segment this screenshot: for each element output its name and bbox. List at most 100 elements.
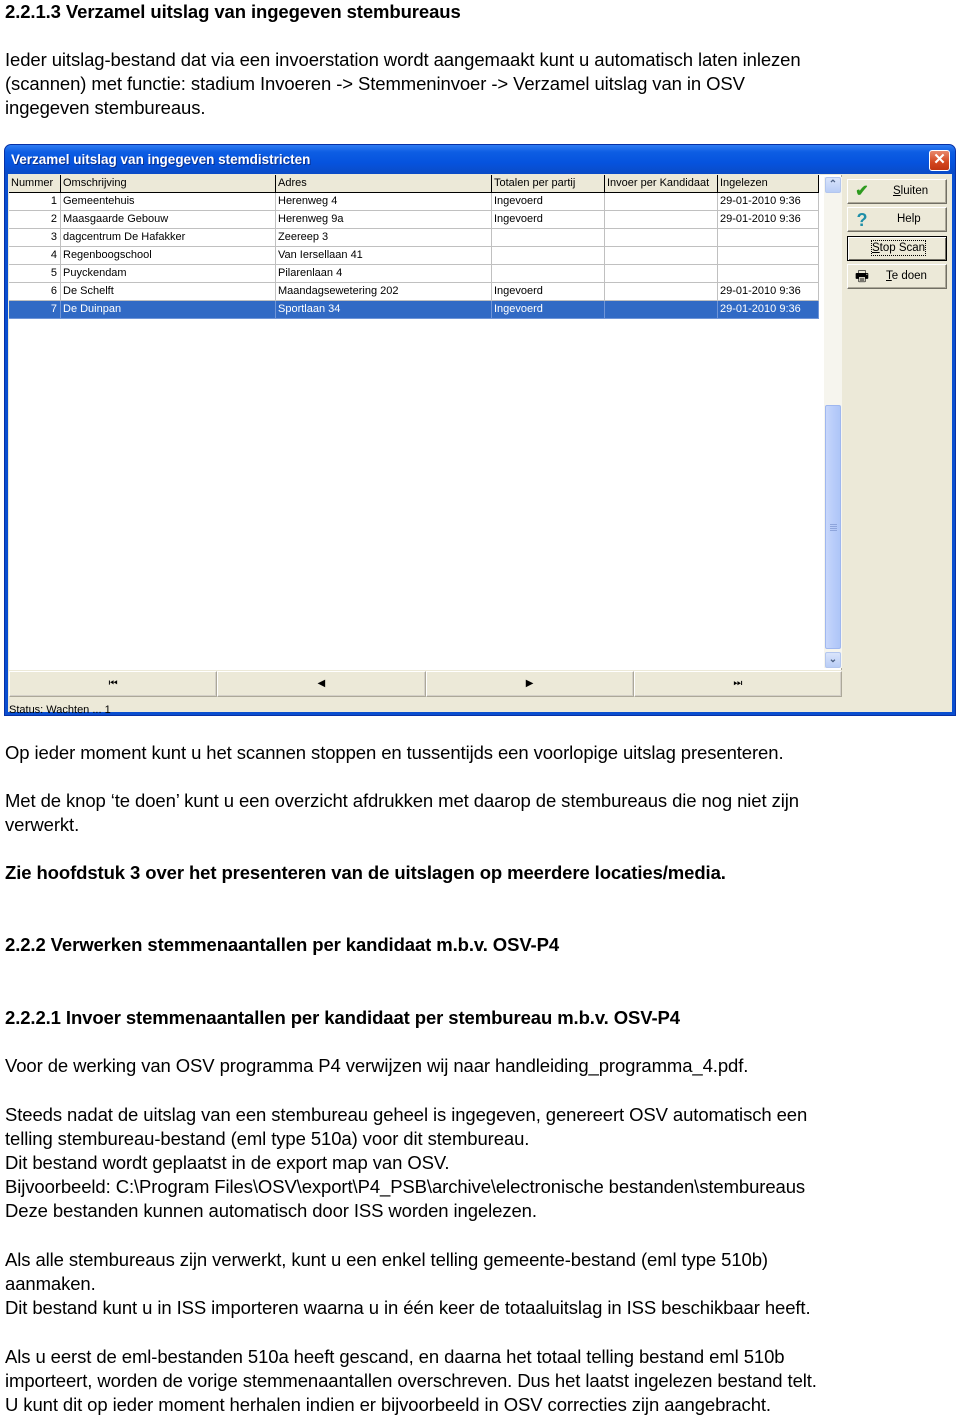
cell-nummer[interactable]: 7 [9,301,61,319]
cell-adres[interactable]: Zeereep 3 [276,229,492,247]
stop-scan-label: Stop Scan [870,240,927,256]
cell-omschrijving[interactable]: Maasgaarde Gebouw [61,211,276,229]
table-row[interactable]: 1 Gemeentehuis Herenweg 4 Ingevoerd 29-01-20… [9,193,819,211]
paragraph-510a-line-5: Deze bestanden kunnen automatisch door I… [5,1200,537,1221]
grid-header: Nummer Omschrijving Adres Totalen per pa… [9,175,819,193]
status-text: Status: Wachten ... 1 [9,704,111,716]
paragraph-chapter-3: Zie hoofdstuk 3 over het presenteren van… [5,862,726,883]
cell-totalen[interactable]: Ingevoerd [492,193,605,211]
cell-adres[interactable]: Sportlaan 34 [276,301,492,319]
cell-ingelezen[interactable] [718,247,819,265]
cell-omschrijving[interactable]: Regenboogschool [61,247,276,265]
cell-ingelezen[interactable]: 29-01-2010 9:36 [718,283,819,301]
cell-totalen[interactable]: Ingevoerd [492,283,605,301]
cell-nummer[interactable]: 2 [9,211,61,229]
cell-ingelezen[interactable] [718,265,819,283]
cell-totalen[interactable]: Ingevoerd [492,301,605,319]
cell-adres[interactable]: Herenweg 4 [276,193,492,211]
question-icon: ? [856,210,868,230]
table-row[interactable]: 7 De Duinpan Sportlaan 34 Ingevoerd 29-01-20… [9,301,819,319]
table-row[interactable]: 6 De Schelft Maandagsewetering 202 Ingevoer… [9,283,819,301]
cell-totalen[interactable] [492,265,605,283]
column-header-invoer-kandidaat[interactable]: Invoer per Kandidaat [605,175,718,193]
cell-nummer[interactable]: 4 [9,247,61,265]
nav-prev-button[interactable]: ◀ [217,671,426,697]
paragraph-510a-line-1: Steeds nadat de uitslag van een stembure… [5,1104,808,1125]
nav-next-button[interactable]: ▶ [425,671,634,697]
cell-omschrijving[interactable]: Puyckendam [61,265,276,283]
help-label: Help [897,213,921,225]
paragraph-te-doen-line-2: verwerkt. [5,814,80,835]
cell-totalen[interactable] [492,247,605,265]
sluiten-button[interactable]: ✔ Sluiten [847,179,947,204]
heading-2-2-1-3: 2.2.1.3 Verzamel uitslag van ingegeven s… [5,1,461,22]
te-doen-button[interactable]: 🖶 Te doen [847,264,947,289]
checkmark-icon: ✔ [855,183,869,200]
cell-totalen[interactable] [492,229,605,247]
cell-ingelezen[interactable]: 29-01-2010 9:36 [718,211,819,229]
column-header-omschrijving[interactable]: Omschrijving [61,175,276,193]
cell-invoer-kandidaat[interactable] [605,211,718,229]
cell-ingelezen[interactable] [718,229,819,247]
paragraph-510b-line-3: Dit bestand kunt u in ISS importeren waa… [5,1297,811,1318]
cell-invoer-kandidaat[interactable] [605,247,718,265]
cell-nummer[interactable]: 6 [9,283,61,301]
stemdistricten-grid: Nummer Omschrijving Adres Totalen per pa… [9,175,842,670]
table-row[interactable]: 4 Regenboogschool Van Iersellaan 41 [9,247,819,265]
paragraph-510a-line-3: Dit bestand wordt geplaatst in de export… [5,1152,450,1173]
heading-2-2-2: 2.2.2 Verwerken stemmenaantallen per kan… [5,934,560,955]
grid-rows: 1 Gemeentehuis Herenweg 4 Ingevoerd 29-01-20… [9,193,819,319]
table-row[interactable]: 2 Maasgaarde Gebouw Herenweg 9a Ingevoerd 29… [9,211,819,229]
cell-invoer-kandidaat[interactable] [605,265,718,283]
cell-ingelezen[interactable]: 29-01-2010 9:36 [718,193,819,211]
paragraph-overwrite-line-2: importeert, worden de vorige stemmenaant… [5,1370,817,1391]
column-header-totalen[interactable]: Totalen per partij [492,175,605,193]
cell-totalen[interactable]: Ingevoerd [492,211,605,229]
cell-invoer-kandidaat[interactable] [605,229,718,247]
intro-line-3: ingegeven stembureaus. [5,97,206,118]
paragraph-510b-line-2: aanmaken. [5,1273,96,1294]
cell-adres[interactable]: Maandagsewetering 202 [276,283,492,301]
cell-omschrijving[interactable]: Gemeentehuis [61,193,276,211]
nav-first-button[interactable]: ⏮ [9,671,218,697]
heading-2-2-2-1: 2.2.2.1 Invoer stemmenaantallen per kand… [5,1007,680,1028]
grip-icon [830,524,837,525]
close-icon[interactable]: ✕ [929,150,950,171]
table-row[interactable]: 3 dagcentrum De Hafakker Zeereep 3 [9,229,819,247]
column-header-nummer[interactable]: Nummer [9,175,61,193]
paragraph-overwrite-line-1: Als u eerst de eml-bestanden 510a heeft … [5,1346,785,1367]
dialog-titlebar[interactable]: Verzamel uitslag van ingegeven stemdistr… [5,145,955,174]
cell-omschrijving[interactable]: De Duinpan [61,301,276,319]
cell-omschrijving[interactable]: dagcentrum De Hafakker [61,229,276,247]
cell-ingelezen[interactable]: 29-01-2010 9:36 [718,301,819,319]
cell-nummer[interactable]: 5 [9,265,61,283]
dialog-client-area: Nummer Omschrijving Adres Totalen per pa… [8,174,952,716]
cell-nummer[interactable]: 3 [9,229,61,247]
column-header-adres[interactable]: Adres [276,175,492,193]
cell-adres[interactable]: Van Iersellaan 41 [276,247,492,265]
scroll-down-icon[interactable]: ⌄ [825,652,841,668]
printer-icon: 🖶 [854,268,870,285]
stop-scan-button[interactable]: Stop Scan [847,236,947,261]
cell-adres[interactable]: Herenweg 9a [276,211,492,229]
cell-invoer-kandidaat[interactable] [605,301,718,319]
paragraph-510a-line-2: telling stembureau-bestand (eml type 510… [5,1128,530,1149]
column-header-ingelezen[interactable]: Ingelezen [718,175,819,193]
te-doen-label: Te doen [886,270,927,282]
cell-adres[interactable]: Pilarenlaan 4 [276,265,492,283]
cell-nummer[interactable]: 1 [9,193,61,211]
scroll-up-icon[interactable]: ⌃ [825,177,841,193]
paragraph-overwrite-line-3: U kunt dit op ieder moment herhalen indi… [5,1394,771,1415]
intro-line-1: Ieder uitslag-bestand dat via een invoer… [5,49,801,70]
cell-invoer-kandidaat[interactable] [605,283,718,301]
help-button[interactable]: ? Help [847,207,947,232]
record-navigator: ⏮ ◀ ▶ ⏭ [9,671,842,697]
scroll-thumb[interactable] [825,405,841,649]
cell-invoer-kandidaat[interactable] [605,193,718,211]
table-row[interactable]: 5 Puyckendam Pilarenlaan 4 [9,265,819,283]
dialog-title: Verzamel uitslag van ingegeven stemdistr… [11,152,311,167]
nav-last-button[interactable]: ⏭ [633,671,842,697]
cell-omschrijving[interactable]: De Schelft [61,283,276,301]
vertical-scrollbar[interactable]: ⌃ ⌄ [824,177,842,668]
paragraph-p4: Voor de werking van OSV programma P4 ver… [5,1055,749,1076]
